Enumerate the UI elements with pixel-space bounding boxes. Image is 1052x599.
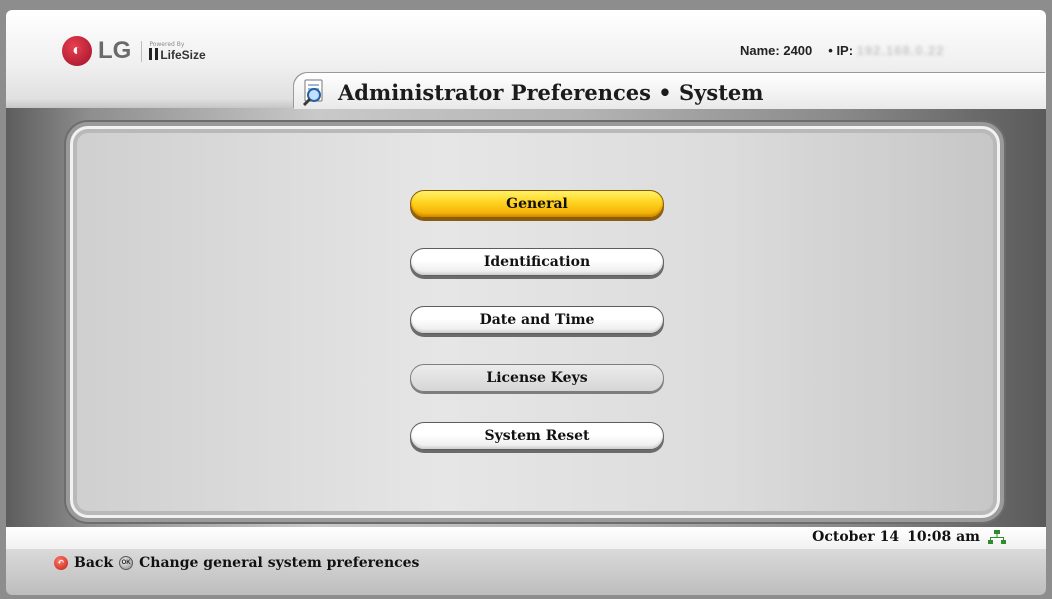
back-key-icon: ↶ (54, 556, 68, 570)
date-and-time-label: Date and Time (479, 312, 595, 328)
brand-name: LG (98, 37, 132, 64)
tv-screen: ◐ LG Powered By LifeSize Name: 2400 • IP:… (6, 10, 1046, 595)
header-edge (6, 98, 296, 108)
system-reset-label: System Reset (484, 428, 590, 444)
powered-by-label: Powered By (149, 40, 185, 48)
key-hints: ↶ Back OK Change general system preferen… (54, 555, 419, 571)
date-and-time-button[interactable]: Date and Time (410, 306, 664, 334)
general-button[interactable]: General (410, 190, 664, 218)
page-title-area: Administrator Preferences • System (302, 78, 764, 106)
lifesize-icon (149, 47, 159, 60)
general-label: General (506, 196, 568, 212)
device-info: Name: 2400 • IP: 192.168.0.22 (740, 43, 945, 58)
network-icon (988, 530, 1006, 544)
lg-lifesize-logo: ◐ LG Powered By LifeSize (62, 36, 206, 66)
identification-label: Identification (483, 254, 591, 270)
ip-label: • IP: (828, 43, 854, 58)
back-hint[interactable]: Back (74, 555, 113, 571)
license-keys-label: License Keys (486, 370, 588, 386)
page-title: Administrator Preferences • System (338, 79, 764, 105)
powered-by-block: Powered By LifeSize (141, 40, 206, 62)
system-reset-button[interactable]: System Reset (410, 422, 664, 450)
identification-button[interactable]: Identification (410, 248, 664, 276)
status-bar: October 14 10:08 am (6, 527, 1046, 549)
date-time: October 14 10:08 am (812, 529, 1006, 545)
footer-hints-bar: ↶ Back OK Change general system preferen… (6, 549, 1046, 595)
ok-hint: Change general system preferences (139, 555, 420, 571)
device-name: Name: 2400 (740, 43, 813, 58)
license-keys-button[interactable]: License Keys (410, 364, 664, 392)
partner-logo: LifeSize (149, 47, 206, 62)
ip-address: 192.168.0.22 (856, 43, 945, 58)
ok-key-icon: OK (119, 556, 134, 570)
lg-logo-icon: ◐ (62, 36, 92, 66)
time-text: 10:08 am (907, 529, 980, 545)
magnifier-icon (302, 79, 323, 106)
partner-name: LifeSize (160, 47, 206, 62)
date-text: October 14 (812, 529, 900, 545)
